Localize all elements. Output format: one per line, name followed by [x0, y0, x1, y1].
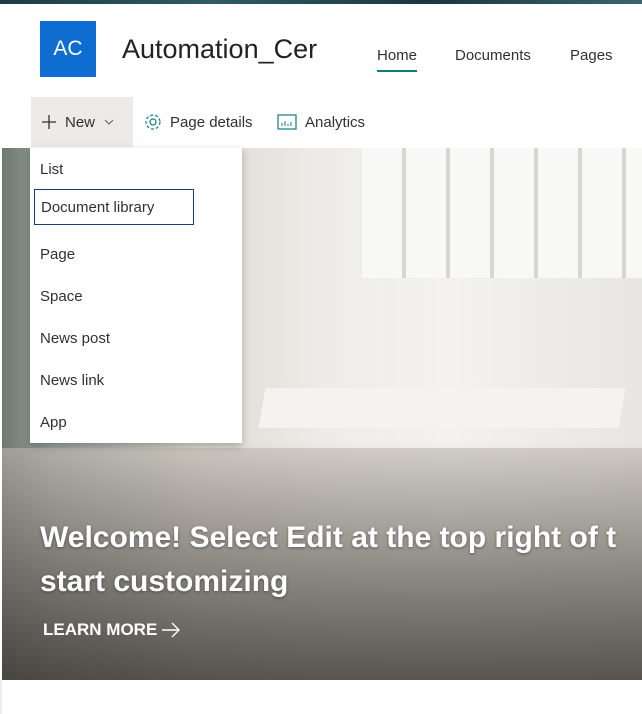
- site-title[interactable]: Automation_Cer: [122, 34, 317, 65]
- nav-home[interactable]: Home: [377, 47, 418, 72]
- hero-title-line1: Welcome! Select Edit at the top right of…: [40, 521, 617, 554]
- new-button[interactable]: New: [31, 97, 133, 147]
- hero-title-line2: start customizing: [40, 565, 289, 598]
- chevron-down-icon: [104, 119, 114, 125]
- menu-item-space[interactable]: Space: [34, 278, 194, 314]
- page-details-button[interactable]: Page details: [144, 97, 253, 147]
- hero-table: [258, 388, 626, 428]
- menu-item-news-link[interactable]: News link: [34, 362, 194, 398]
- nav-documents[interactable]: Documents: [455, 47, 531, 64]
- gear-icon: [145, 114, 161, 130]
- menu-item-news-post[interactable]: News post: [34, 320, 194, 356]
- plus-icon: [42, 115, 56, 129]
- new-dropdown-menu: List Document library Page Space News po…: [30, 148, 242, 443]
- learn-more-label: LEARN MORE: [43, 620, 158, 639]
- hero-window: [362, 148, 642, 278]
- page-content-area: [0, 680, 642, 714]
- arrow-right-icon: [162, 622, 181, 638]
- menu-item-app[interactable]: App: [34, 404, 194, 440]
- analytics-button[interactable]: Analytics: [277, 97, 365, 147]
- top-banner-strip: [0, 0, 642, 4]
- menu-item-page[interactable]: Page: [34, 236, 194, 272]
- menu-item-list[interactable]: List: [34, 151, 194, 187]
- page-details-label: Page details: [170, 113, 253, 131]
- nav-pages[interactable]: Pages: [570, 47, 613, 64]
- menu-item-document-library[interactable]: Document library: [34, 189, 194, 225]
- analytics-icon: [277, 114, 297, 130]
- new-label: New: [65, 113, 96, 131]
- hero-title: Welcome! Select Edit at the top right of…: [40, 516, 642, 604]
- site-logo[interactable]: AC: [40, 21, 96, 77]
- learn-more-link[interactable]: LEARN MORE: [43, 620, 181, 640]
- analytics-label: Analytics: [305, 113, 366, 131]
